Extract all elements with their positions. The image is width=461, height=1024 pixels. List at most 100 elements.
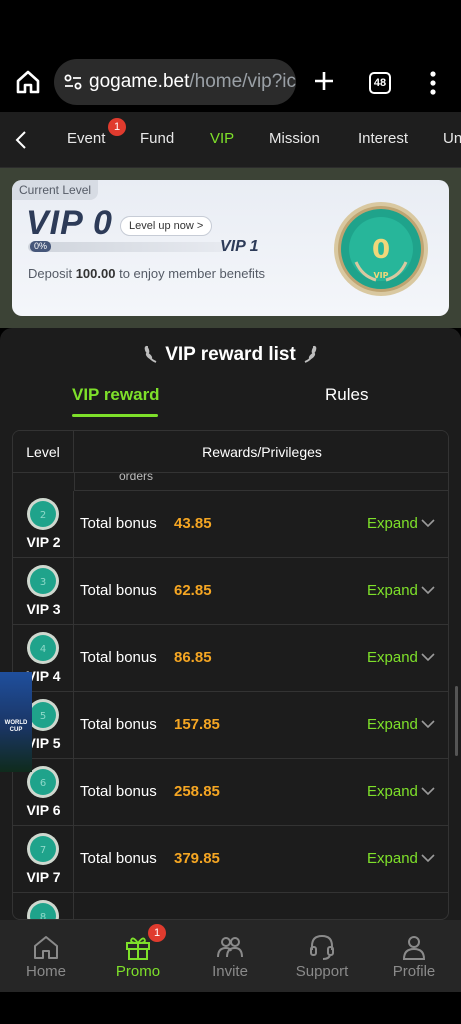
row-bonus-amount: 86.85: [174, 649, 212, 666]
expand-button[interactable]: Expand: [367, 582, 418, 599]
row-level-label: VIP 6: [26, 802, 61, 818]
tab-event[interactable]: Event: [67, 130, 105, 147]
url-host: gogame.bet: [89, 71, 190, 92]
vip-level-card: Current Level VIP 0 Level up now > 0% VI…: [12, 180, 449, 316]
coin-number: 7: [40, 845, 46, 856]
vip-card-area: Current Level VIP 0 Level up now > 0% VI…: [0, 168, 461, 328]
nav-invite-label: Invite: [212, 963, 248, 980]
vip-coin-icon: 4: [27, 632, 59, 664]
row-bonus-amount: 379.85: [174, 850, 220, 867]
tab-rules[interactable]: Rules: [325, 385, 368, 405]
active-tab-indicator: [72, 414, 158, 417]
deposit-suffix: to enjoy member benefits: [119, 266, 266, 281]
partial-row-text: orders: [119, 473, 154, 483]
chevron-down-icon[interactable]: [421, 853, 435, 863]
column-header-level: Level: [13, 431, 74, 473]
vip-coin-icon: 8: [27, 900, 59, 919]
row-level-cell: 8: [13, 893, 74, 919]
site-settings-icon[interactable]: [64, 73, 82, 91]
table-row: 5 VIP 5 Total bonus 157.85 Expand: [13, 692, 448, 759]
bottom-navigation: Home 1 Promo Invite Support Profile: [0, 920, 461, 992]
table-row: 7 VIP 7 Total bonus 379.85 Expand: [13, 826, 448, 893]
nav-profile-label: Profile: [392, 963, 436, 980]
expand-button[interactable]: Expand: [367, 649, 418, 666]
status-bar: [0, 0, 461, 52]
vip-coin-icon: 2: [27, 498, 59, 530]
nav-home[interactable]: Home: [0, 920, 92, 992]
scrollbar[interactable]: [455, 686, 458, 756]
tab-interest[interactable]: Interest: [358, 130, 408, 147]
row-bonus-label: Total bonus: [80, 716, 157, 733]
row-bonus-amount: 43.85: [174, 515, 212, 532]
row-bonus-amount: 62.85: [174, 582, 212, 599]
headset-icon: [310, 934, 334, 960]
nav-promo-label: Promo: [115, 963, 161, 980]
row-bonus-label: Total bonus: [80, 649, 157, 666]
nav-profile[interactable]: Profile: [368, 920, 460, 992]
coin-number: 2: [40, 510, 46, 521]
row-bonus-label: Total bonus: [80, 515, 157, 532]
chevron-down-icon[interactable]: [421, 786, 435, 796]
current-vip-level: VIP 0: [26, 204, 113, 242]
person-icon: [402, 936, 426, 960]
row-level-label: VIP 7: [26, 869, 61, 885]
reward-table: Level Rewards/Privileges orders 2 VIP 2 To…: [12, 430, 449, 920]
vip-reward-panel: VIP reward list VIP reward Rules Level R…: [0, 328, 461, 920]
coin-number: 4: [40, 644, 46, 655]
current-level-label: Current Level: [12, 180, 99, 200]
vip-coin-icon: 3: [27, 565, 59, 597]
chevron-down-icon[interactable]: [421, 518, 435, 528]
chevron-down-icon[interactable]: [421, 652, 435, 662]
chevron-down-icon[interactable]: [421, 719, 435, 729]
table-row: 3 VIP 3 Total bonus 62.85 Expand: [13, 558, 448, 625]
more-menu-icon[interactable]: [428, 70, 438, 96]
nav-invite[interactable]: Invite: [184, 920, 276, 992]
vip-progress-percent: 0%: [30, 241, 52, 252]
category-tabs: Event 1 Fund VIP Mission Interest Un: [0, 112, 461, 168]
row-bonus-amount: 258.85: [174, 783, 220, 800]
medal-caption: VIP: [373, 271, 388, 280]
deposit-amount: 100.00: [75, 266, 116, 281]
laurel-left-icon: [144, 345, 157, 363]
row-level-label: VIP 2: [26, 534, 61, 550]
expand-button[interactable]: Expand: [367, 783, 418, 800]
expand-button[interactable]: Expand: [367, 515, 418, 532]
expand-button[interactable]: Expand: [367, 716, 418, 733]
tab-vip-reward[interactable]: VIP reward: [72, 385, 160, 405]
row-bonus-amount: 157.85: [174, 716, 220, 733]
vip-medal-icon: 0 VIP: [334, 202, 428, 296]
level-up-button[interactable]: Level up now >: [120, 216, 213, 236]
medal-number: 0: [372, 235, 390, 265]
tab-mission[interactable]: Mission: [269, 130, 320, 147]
deposit-prefix: Deposit: [28, 266, 73, 281]
table-row: 4 VIP 4 Total bonus 86.85 Expand: [13, 625, 448, 692]
event-badge: 1: [108, 118, 126, 136]
nav-promo[interactable]: 1 Promo: [92, 920, 184, 992]
chevron-down-icon[interactable]: [421, 585, 435, 595]
row-bonus-label: Total bonus: [80, 850, 157, 867]
home-icon: [34, 936, 58, 959]
address-bar[interactable]: gogame.bet/home/vip?ic: [54, 59, 296, 105]
tab-switcher-button[interactable]: 48: [369, 72, 391, 94]
chevron-left-icon[interactable]: [12, 130, 30, 150]
table-row: 8: [13, 893, 448, 919]
new-tab-icon[interactable]: [312, 69, 336, 93]
expand-button[interactable]: Expand: [367, 850, 418, 867]
floating-ad-banner[interactable]: WORLD CUP: [0, 672, 32, 772]
url-path: /home/vip?ic: [189, 71, 296, 92]
row-bonus-label: Total bonus: [80, 783, 157, 800]
home-icon[interactable]: [14, 68, 42, 96]
tab-fund[interactable]: Fund: [140, 130, 174, 147]
nav-support[interactable]: Support: [276, 920, 368, 992]
tab-un[interactable]: Un: [443, 130, 461, 147]
row-level-cell: 3 VIP 3: [13, 558, 74, 625]
tab-vip[interactable]: VIP: [210, 130, 234, 147]
table-header: Level Rewards/Privileges: [13, 431, 448, 473]
vip-coin-icon: 7: [27, 833, 59, 865]
table-row: 2 VIP 2 Total bonus 43.85 Expand: [13, 491, 448, 558]
next-vip-level: VIP 1: [220, 238, 259, 255]
row-level-cell: 2 VIP 2: [13, 491, 74, 558]
reward-list-header: VIP reward list: [0, 342, 461, 366]
laurel-right-icon: [304, 345, 317, 363]
browser-toolbar: gogame.bet/home/vip?ic 48: [0, 52, 461, 112]
